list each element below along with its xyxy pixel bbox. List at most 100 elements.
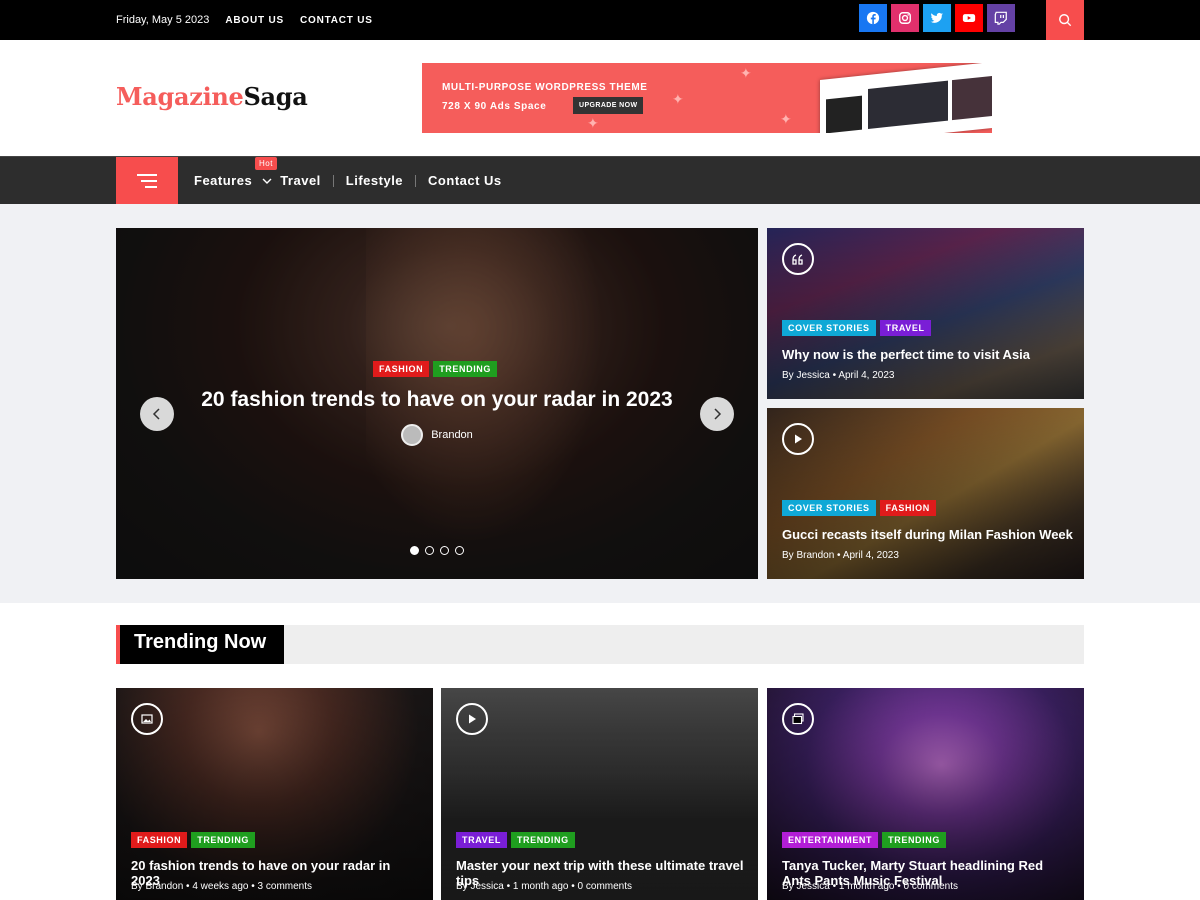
trending-section: Trending Now FASHION TRENDING 20 fashion… bbox=[116, 603, 1084, 900]
chevron-down-icon[interactable] bbox=[262, 176, 272, 186]
ad-banner[interactable]: ✦ ✦ ✦ ✦ MULTI-PURPOSE WORDPRESS THEME 72… bbox=[422, 63, 992, 133]
card-meta: By Jessica • 1 month ago • 0 comments bbox=[456, 881, 633, 892]
twitter-icon[interactable] bbox=[923, 4, 951, 32]
by-label: By bbox=[131, 881, 143, 892]
nav-item-contact-us[interactable]: Contact Us bbox=[428, 173, 502, 188]
search-button[interactable] bbox=[1046, 0, 1084, 40]
top-bar: Friday, May 5 2023 ABOUT US CONTACT US bbox=[0, 0, 1200, 40]
post-time: 4 weeks ago bbox=[192, 881, 249, 892]
side-post[interactable]: COVER STORIES TRAVEL Why now is the perf… bbox=[767, 228, 1084, 399]
chevron-left-icon bbox=[152, 408, 160, 420]
slide-author: Brandon bbox=[116, 424, 758, 446]
ad-title: MULTI-PURPOSE WORDPRESS THEME bbox=[442, 82, 648, 93]
post-date: April 4, 2023 bbox=[838, 370, 895, 381]
section-title: Trending Now bbox=[116, 625, 284, 664]
post-title[interactable]: Why now is the perfect time to visit Asi… bbox=[782, 347, 1030, 362]
post-categories: COVER STORIES FASHION bbox=[782, 500, 940, 516]
logo-part1: Magazine bbox=[116, 82, 244, 111]
trending-card[interactable]: FASHION TRENDING 20 fashion trends to ha… bbox=[116, 688, 433, 900]
card-categories: ENTERTAINMENT TRENDING bbox=[782, 832, 950, 848]
logo-part2: Saga bbox=[243, 82, 308, 111]
featured-section: FASHION TRENDING 20 fashion trends to ha… bbox=[0, 204, 1200, 603]
decor-cross: ✦ bbox=[672, 91, 684, 107]
slider-next-button[interactable] bbox=[700, 397, 734, 431]
author-link[interactable]: Brandon bbox=[431, 429, 473, 441]
chevron-right-icon bbox=[714, 408, 722, 420]
trending-card[interactable]: ENTERTAINMENT TRENDING Tanya Tucker, Mar… bbox=[767, 688, 1084, 900]
upgrade-button[interactable]: UPGRADE NOW bbox=[573, 97, 644, 114]
post-categories: COVER STORIES TRAVEL bbox=[782, 320, 935, 336]
slider-prev-button[interactable] bbox=[140, 397, 174, 431]
category-trending[interactable]: TRENDING bbox=[191, 832, 256, 848]
author-link[interactable]: Jessica bbox=[470, 881, 503, 892]
author-link[interactable]: Jessica bbox=[796, 370, 829, 381]
decor-cross: ✦ bbox=[740, 65, 752, 81]
slide-categories: FASHION TRENDING bbox=[116, 361, 758, 377]
avatar bbox=[401, 424, 424, 446]
slider-dot[interactable] bbox=[455, 546, 464, 555]
nav-divider bbox=[415, 174, 417, 187]
nav-item-features[interactable]: Features Hot bbox=[194, 157, 277, 188]
category-fashion[interactable]: FASHION bbox=[372, 361, 430, 377]
category-trending[interactable]: TRENDING bbox=[510, 832, 575, 848]
play-icon bbox=[782, 423, 814, 455]
post-date: April 4, 2023 bbox=[842, 550, 899, 561]
twitch-icon[interactable] bbox=[987, 4, 1015, 32]
category-trending[interactable]: TRENDING bbox=[433, 361, 498, 377]
author-link[interactable]: Brandon bbox=[796, 550, 834, 561]
current-date: Friday, May 5 2023 bbox=[116, 14, 210, 26]
main-navigation: Features Hot Travel Lifestyle Contact Us bbox=[0, 156, 1200, 204]
slide-title[interactable]: 20 fashion trends to have on your radar … bbox=[116, 388, 758, 412]
search-icon bbox=[1059, 14, 1072, 27]
author-link[interactable]: Brandon bbox=[145, 881, 183, 892]
facebook-icon[interactable] bbox=[859, 4, 887, 32]
youtube-icon[interactable] bbox=[955, 4, 983, 32]
about-us-link[interactable]: ABOUT US bbox=[225, 15, 284, 26]
category-cover-stories[interactable]: COVER STORIES bbox=[782, 320, 876, 336]
card-meta: By Brandon • 4 weeks ago • 3 comments bbox=[131, 881, 313, 892]
side-post[interactable]: COVER STORIES FASHION Gucci recasts itse… bbox=[767, 408, 1084, 579]
by-label: By bbox=[782, 881, 794, 892]
ad-size: 728 X 90 Ads Space bbox=[442, 101, 547, 112]
comments-link[interactable]: 0 comments bbox=[578, 881, 632, 892]
category-fashion[interactable]: FASHION bbox=[131, 832, 188, 848]
category-cover-stories[interactable]: COVER STORIES bbox=[782, 500, 876, 516]
section-heading-bar: Trending Now bbox=[116, 625, 1084, 664]
author-link[interactable]: Jessica bbox=[796, 881, 829, 892]
contact-us-link[interactable]: CONTACT US bbox=[300, 15, 373, 26]
post-meta: By Brandon • April 4, 2023 bbox=[782, 550, 899, 561]
comments-link[interactable]: 0 comments bbox=[904, 881, 958, 892]
by-label: By bbox=[782, 370, 794, 381]
offcanvas-menu-button[interactable] bbox=[116, 157, 178, 204]
card-meta: By Jessica • 1 month ago • 0 comments bbox=[782, 881, 959, 892]
nav-item-label: Features bbox=[194, 173, 253, 188]
slider-dot[interactable] bbox=[425, 546, 434, 555]
card-categories: TRAVEL TRENDING bbox=[456, 832, 579, 848]
slider-dot[interactable] bbox=[440, 546, 449, 555]
category-fashion[interactable]: FASHION bbox=[879, 500, 936, 516]
by-label: By bbox=[456, 881, 468, 892]
comments-link[interactable]: 3 comments bbox=[258, 881, 312, 892]
post-time: 1 month ago bbox=[838, 881, 895, 892]
category-entertainment[interactable]: ENTERTAINMENT bbox=[782, 832, 879, 848]
nav-item-travel[interactable]: Travel bbox=[280, 173, 321, 188]
category-travel[interactable]: TRAVEL bbox=[879, 320, 931, 336]
quote-icon bbox=[782, 243, 814, 275]
theme-preview-image bbox=[820, 63, 992, 133]
by-label: By bbox=[782, 550, 794, 561]
slider-dot[interactable] bbox=[410, 546, 419, 555]
category-trending[interactable]: TRENDING bbox=[882, 832, 946, 848]
image-icon bbox=[131, 703, 163, 735]
decor-cross: ✦ bbox=[587, 115, 599, 131]
post-title[interactable]: Gucci recasts itself during Milan Fashio… bbox=[782, 527, 1073, 542]
post-time: 1 month ago bbox=[512, 881, 569, 892]
site-logo[interactable]: MagazineSaga bbox=[116, 82, 308, 111]
nav-divider bbox=[332, 174, 334, 187]
nav-item-lifestyle[interactable]: Lifestyle bbox=[346, 173, 403, 188]
site-header: MagazineSaga ✦ ✦ ✦ ✦ MULTI-PURPOSE WORDP… bbox=[0, 40, 1200, 156]
hamburger-icon bbox=[137, 173, 157, 188]
category-travel[interactable]: TRAVEL bbox=[456, 832, 507, 848]
instagram-icon[interactable] bbox=[891, 4, 919, 32]
slider-pagination bbox=[116, 546, 758, 555]
trending-card[interactable]: TRAVEL TRENDING Master your next trip wi… bbox=[441, 688, 758, 900]
